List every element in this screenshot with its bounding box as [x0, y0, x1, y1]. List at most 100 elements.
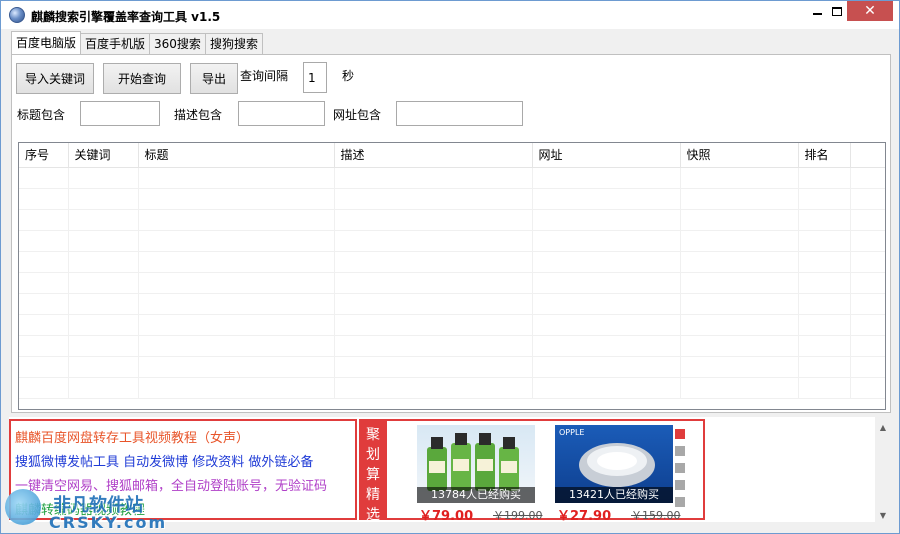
table-cell [850, 293, 885, 315]
table-cell [68, 209, 139, 231]
tab-baidu-mobile[interactable]: 百度手机版 [80, 33, 151, 54]
tab-360-search[interactable]: 360搜索 [149, 33, 206, 54]
export-button[interactable]: 导出 [190, 63, 238, 94]
column-header-description[interactable]: 描述 [334, 143, 533, 168]
table-cell [798, 272, 851, 294]
table-row[interactable] [19, 377, 885, 399]
table-cell [798, 167, 851, 189]
table-cell [680, 188, 799, 210]
app-window: 麒麟搜索引擎覆盖率查询工具 v1.5 ✕ 百度电脑版 百度手机版 360搜索 搜… [0, 0, 900, 534]
table-header-row: 序号 关键词 标题 描述 网址 快照 排名 [19, 143, 885, 168]
carousel-dot[interactable] [675, 463, 685, 473]
table-row[interactable] [19, 356, 885, 378]
table-cell [532, 209, 681, 231]
table-cell [850, 335, 885, 357]
table-row[interactable] [19, 230, 885, 252]
table-cell [334, 335, 533, 357]
table-row[interactable] [19, 209, 885, 231]
scroll-up-arrow-icon[interactable]: ▲ [875, 419, 891, 435]
ad-link-sohu-weibo[interactable]: 搜狐微博发帖工具 自动发微博 修改资料 做外链必备 [15, 451, 355, 475]
table-cell [798, 314, 851, 336]
table-cell [334, 272, 533, 294]
product-image-bottles: 13784人已经购买 [417, 425, 535, 503]
product-old-price: ￥199.00 [493, 509, 543, 522]
ad-link-netdisk-tutorial[interactable]: 麒麟百度网盘转存工具视频教程（女声） [15, 427, 355, 451]
table-cell [532, 230, 681, 252]
table-row[interactable] [19, 188, 885, 210]
table-cell [532, 356, 681, 378]
ad-scrollbar[interactable]: ▲ ▼ [875, 419, 891, 523]
table-cell [680, 230, 799, 252]
table-cell [19, 272, 69, 294]
table-cell [68, 314, 139, 336]
table-cell [334, 314, 533, 336]
table-cell [68, 272, 139, 294]
table-cell [138, 272, 335, 294]
table-cell [19, 188, 69, 210]
table-cell [68, 188, 139, 210]
table-cell [138, 230, 335, 252]
product-brand-text: OPPLE [559, 428, 585, 437]
title-contains-input[interactable] [80, 101, 160, 126]
watermark-line2: CRSKY.com [49, 513, 168, 532]
carousel-dot[interactable] [675, 497, 685, 507]
column-header-url[interactable]: 网址 [532, 143, 681, 168]
import-keywords-button[interactable]: 导入关键词 [16, 63, 94, 94]
table-cell [680, 377, 799, 399]
carousel-dot-active[interactable] [675, 429, 685, 439]
carousel-dot[interactable] [675, 480, 685, 490]
table-cell [850, 251, 885, 273]
minimize-icon [812, 13, 822, 15]
table-cell [19, 377, 69, 399]
scroll-down-arrow-icon[interactable]: ▼ [875, 507, 891, 523]
table-cell [532, 377, 681, 399]
table-cell [334, 188, 533, 210]
product-old-price: ￥159.00 [631, 509, 681, 522]
url-contains-input[interactable] [396, 101, 523, 126]
table-cell [138, 209, 335, 231]
tab-sogou-search[interactable]: 搜狗搜索 [204, 33, 263, 54]
table-cell [68, 335, 139, 357]
juhuasuan-label[interactable]: 聚划算精选 [359, 419, 387, 523]
column-header-title[interactable]: 标题 [138, 143, 335, 168]
interval-input[interactable]: 1 [303, 62, 327, 93]
table-row[interactable] [19, 251, 885, 273]
table-cell [19, 293, 69, 315]
title-bar[interactable]: 麒麟搜索引擎覆盖率查询工具 v1.5 ✕ [1, 1, 899, 29]
desc-contains-input[interactable] [238, 101, 325, 126]
table-cell [680, 293, 799, 315]
table-row[interactable] [19, 314, 885, 336]
column-header-snapshot[interactable]: 快照 [680, 143, 799, 168]
table-cell [850, 188, 885, 210]
carousel-dot[interactable] [675, 446, 685, 456]
close-button[interactable]: ✕ [847, 1, 893, 21]
table-cell [334, 377, 533, 399]
table-row[interactable] [19, 293, 885, 315]
table-row[interactable] [19, 335, 885, 357]
tab-baidu-pc[interactable]: 百度电脑版 [11, 31, 82, 54]
column-header-index[interactable]: 序号 [19, 143, 69, 168]
table-cell [680, 209, 799, 231]
table-cell [68, 356, 139, 378]
start-query-button[interactable]: 开始查询 [103, 63, 181, 94]
product-card[interactable]: OPPLE 13421人已经购买 ￥27.90 ￥159.00 [555, 425, 681, 524]
table-cell [19, 356, 69, 378]
table-cell [680, 167, 799, 189]
table-row[interactable] [19, 167, 885, 189]
table-cell [68, 251, 139, 273]
table-cell [68, 167, 139, 189]
results-table-body [19, 167, 885, 399]
column-header-keyword[interactable]: 关键词 [68, 143, 139, 168]
results-table[interactable]: 序号 关键词 标题 描述 网址 快照 排名 [18, 142, 886, 410]
table-cell [850, 272, 885, 294]
engine-tabs: 百度电脑版 百度手机版 360搜索 搜狗搜索 [11, 31, 263, 55]
product-card[interactable]: 13784人已经购买 ￥79.00 ￥199.00 [417, 425, 543, 524]
interval-label: 查询间隔 [240, 69, 289, 83]
column-header-rank[interactable]: 排名 [798, 143, 851, 168]
table-cell [798, 356, 851, 378]
table-cell [680, 251, 799, 273]
table-row[interactable] [19, 272, 885, 294]
table-cell [850, 377, 885, 399]
table-cell [850, 209, 885, 231]
table-cell [850, 167, 885, 189]
